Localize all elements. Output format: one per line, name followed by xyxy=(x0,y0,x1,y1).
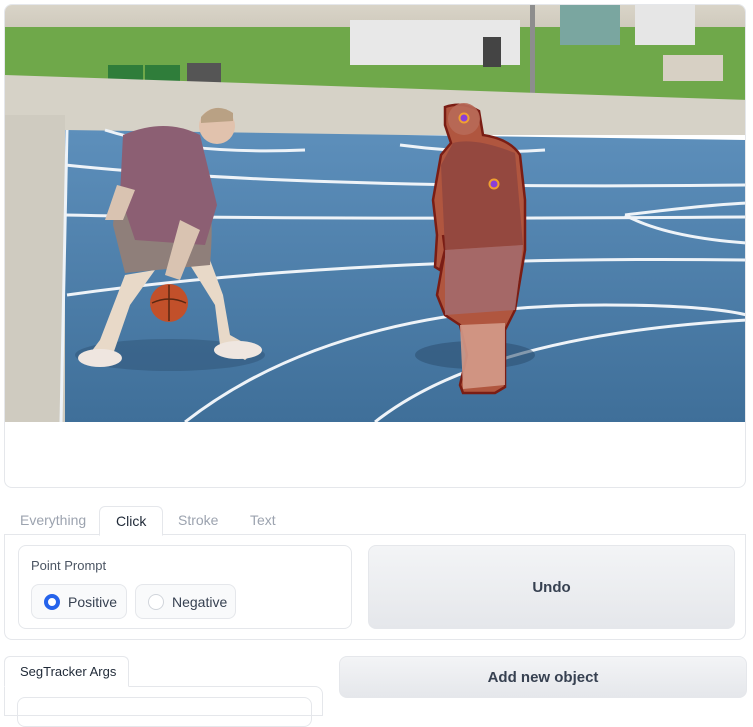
point-prompt-group: Point Prompt Positive Negative xyxy=(18,545,352,629)
mural xyxy=(560,5,620,45)
trash-can xyxy=(483,37,501,67)
bench xyxy=(663,55,723,81)
radio-negative[interactable]: Negative xyxy=(135,584,236,619)
tab-click[interactable]: Click xyxy=(99,506,164,536)
click-point-positive[interactable] xyxy=(458,112,470,124)
segmentation-view[interactable] xyxy=(5,5,746,422)
point-prompt-label: Point Prompt xyxy=(31,558,107,573)
segtracker-panel xyxy=(4,686,323,727)
image-canvas[interactable] xyxy=(4,4,746,488)
radio-positive-label: Positive xyxy=(68,593,118,610)
undo-button[interactable]: Undo xyxy=(368,545,735,629)
stand xyxy=(635,5,695,45)
tab-text[interactable]: Text xyxy=(240,506,286,535)
radio-negative-label: Negative xyxy=(172,593,228,610)
segtracker-inner-box xyxy=(17,697,312,727)
pavement xyxy=(5,115,65,422)
tab-everything[interactable]: Everything xyxy=(10,506,96,535)
radio-checked-icon xyxy=(44,593,60,610)
radio-positive[interactable]: Positive xyxy=(31,584,127,619)
court-scene[interactable] xyxy=(5,5,746,422)
click-panel: Point Prompt Positive Negative Undo xyxy=(4,534,746,640)
prompt-mode-tabs: Everything Click Stroke Text xyxy=(4,506,746,536)
tab-segtracker-args[interactable]: SegTracker Args xyxy=(4,656,129,687)
click-point-positive[interactable] xyxy=(488,178,500,190)
add-new-object-button[interactable]: Add new object xyxy=(339,656,747,698)
radio-unchecked-icon xyxy=(148,593,164,610)
tab-stroke[interactable]: Stroke xyxy=(168,506,228,535)
